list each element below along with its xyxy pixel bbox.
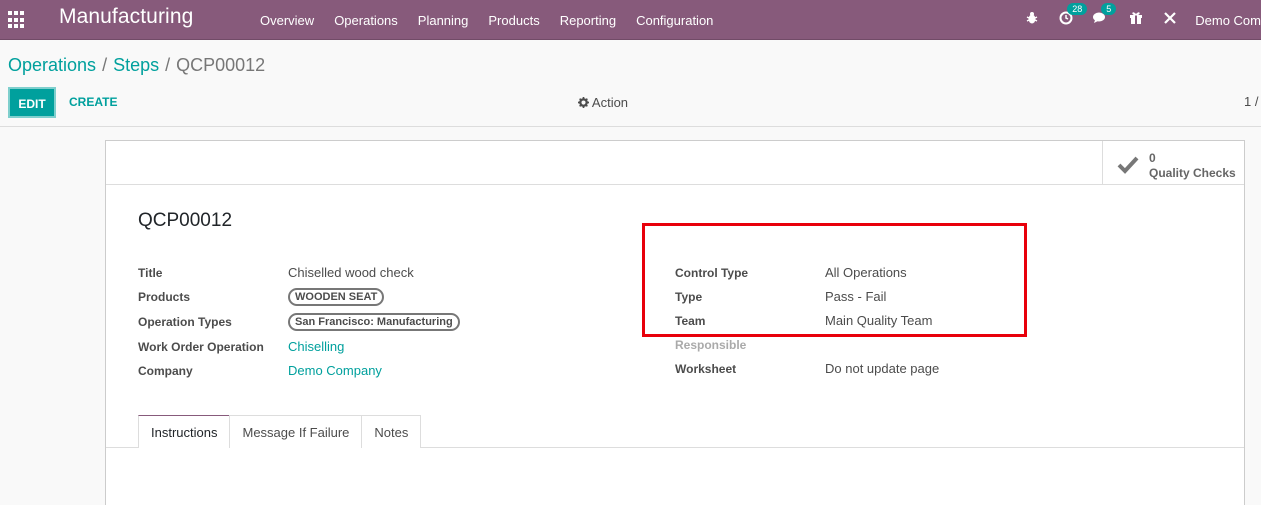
bug-icon[interactable]	[1025, 11, 1039, 29]
field-label-title: Title	[138, 266, 163, 280]
highlight-annotation-box	[642, 223, 1027, 337]
create-button[interactable]: CREATE	[69, 95, 117, 109]
tab-notes[interactable]: Notes	[361, 415, 422, 448]
quality-checks-count: 0	[1149, 151, 1156, 165]
field-label-products: Products	[138, 290, 191, 304]
messages-badge: 5	[1101, 3, 1117, 15]
field-value-worksheet: Do not update page	[825, 361, 940, 376]
gift-icon[interactable]	[1129, 11, 1143, 29]
user-menu[interactable]: Demo Com	[1195, 13, 1261, 28]
activity-badge: 28	[1067, 3, 1088, 15]
field-value-title: Chiselled wood check	[288, 265, 414, 280]
menu-item-configuration[interactable]: Configuration	[626, 13, 723, 28]
check-icon	[1117, 156, 1139, 174]
menu-item-operations[interactable]: Operations	[324, 13, 408, 28]
action-label: Action	[591, 95, 629, 110]
record-title: QCP00012	[138, 210, 233, 231]
control-panel-divider	[0, 126, 1261, 127]
tab-instructions[interactable]: Instructions	[138, 415, 231, 448]
menu-item-planning[interactable]: Planning	[408, 13, 479, 28]
action-dropdown[interactable]: Action	[578, 95, 628, 110]
quality-checks-button[interactable]: 0 Quality Checks	[1102, 141, 1244, 185]
menu-item-products[interactable]: Products	[478, 13, 549, 28]
field-label-work-order-operation: Work Order Operation	[138, 340, 264, 354]
breadcrumb-operations[interactable]: Operations	[8, 55, 96, 75]
edit-button[interactable]: EDIT	[8, 87, 56, 118]
notebook-tabs: Instructions Message If Failure Notes	[138, 415, 422, 448]
button-box: 0 Quality Checks	[106, 141, 1244, 185]
field-label-responsible: Responsible	[675, 338, 747, 352]
top-navbar: Manufacturing Overview Operations Planni…	[0, 0, 1261, 40]
breadcrumb: Operations / Steps / QCP00012	[8, 55, 265, 76]
field-label-operation-types: Operation Types	[138, 315, 232, 329]
breadcrumb-separator: /	[102, 55, 108, 75]
field-label-worksheet: Worksheet	[675, 362, 737, 376]
gear-icon	[578, 97, 589, 108]
breadcrumb-current: QCP00012	[176, 55, 266, 75]
tab-message-if-failure[interactable]: Message If Failure	[229, 415, 363, 448]
activity-clock-icon[interactable]: 28	[1059, 3, 1088, 29]
company-link[interactable]: Demo Company	[288, 363, 382, 378]
form-sheet: 0 Quality Checks QCP00012 Title Chiselle…	[105, 140, 1245, 505]
pager[interactable]: 1 /	[1244, 94, 1258, 109]
operation-type-tag[interactable]: San Francisco: Manufacturing	[288, 313, 460, 331]
field-label-company: Company	[138, 364, 193, 378]
main-menu: Overview Operations Planning Products Re…	[250, 0, 723, 40]
apps-menu-icon[interactable]	[8, 11, 26, 29]
messages-icon[interactable]: 5	[1093, 3, 1117, 29]
systray: 28 5 Demo Com	[1015, 0, 1261, 40]
work-order-operation-link[interactable]: Chiselling	[288, 339, 344, 354]
breadcrumb-steps[interactable]: Steps	[113, 55, 159, 75]
menu-item-reporting[interactable]: Reporting	[550, 13, 626, 28]
quality-checks-label: Quality Checks	[1149, 166, 1236, 180]
breadcrumb-separator: /	[165, 55, 171, 75]
product-tag[interactable]: WOODEN SEAT	[288, 288, 385, 306]
tools-icon[interactable]	[1163, 11, 1177, 29]
menu-item-overview[interactable]: Overview	[250, 13, 324, 28]
app-name[interactable]: Manufacturing	[59, 5, 193, 29]
